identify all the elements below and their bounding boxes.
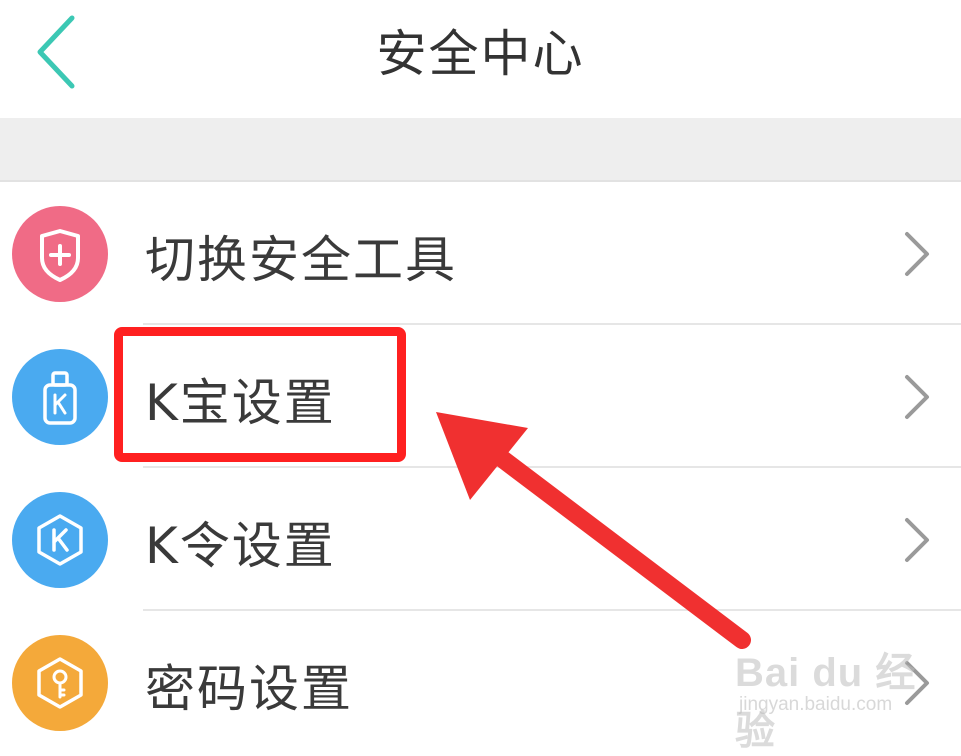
baidu-watermark: Bai du 经验 jingyan.baidu.com bbox=[735, 632, 955, 753]
watermark-url: jingyan.baidu.com bbox=[739, 694, 893, 715]
annotation-arrow bbox=[436, 412, 751, 649]
